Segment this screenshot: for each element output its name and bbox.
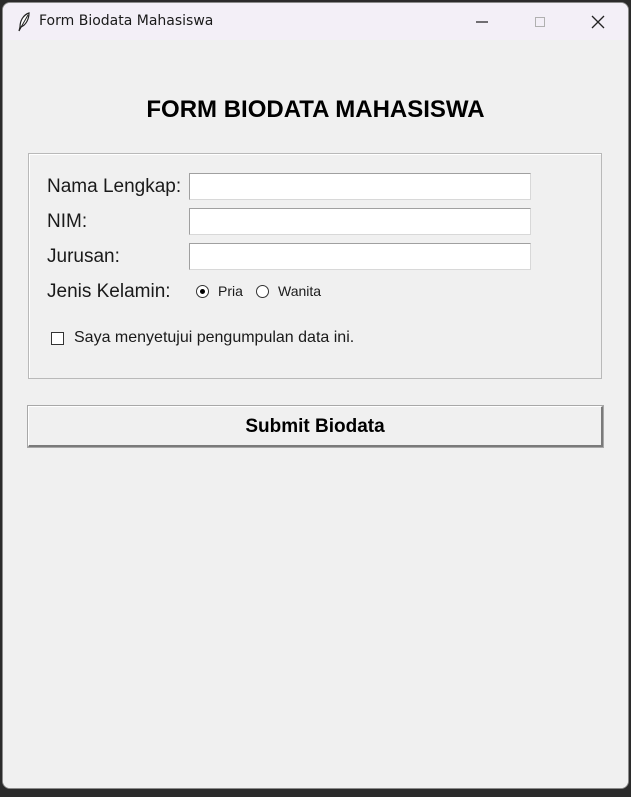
radio-pria[interactable] [196,285,209,298]
minimize-button[interactable] [453,3,511,40]
title-bar[interactable]: Form Biodata Mahasiswa [3,3,628,40]
maximize-button[interactable] [511,3,569,40]
consent-checkbox[interactable] [51,332,64,345]
radio-wanita[interactable] [256,285,269,298]
radio-selected-dot [200,289,205,294]
submit-button[interactable]: Submit Biodata [28,406,603,447]
feather-icon [17,12,31,32]
window-title: Form Biodata Mahasiswa [39,13,214,29]
maximize-icon [535,17,545,27]
minimize-icon [476,21,488,23]
radio-wanita-label[interactable]: Wanita [278,283,321,299]
consent-label[interactable]: Saya menyetujui pengumpulan data ini. [74,329,354,347]
nama-label: Nama Lengkap: [47,176,182,197]
nama-input[interactable] [189,173,531,200]
gender-label: Jenis Kelamin: [47,281,171,302]
form-title: FORM BIODATA MAHASISWA [146,96,485,123]
form-content: FORM BIODATA MAHASISWA Nama Lengkap: NIM… [3,40,628,788]
nim-label: NIM: [47,211,88,232]
nim-input[interactable] [189,208,531,235]
close-icon [591,15,605,29]
app-window: Form Biodata Mahasiswa FORM BIODATA MAHA… [2,2,629,789]
jurusan-input[interactable] [189,243,531,270]
jurusan-label: Jurusan: [47,246,120,267]
radio-pria-label[interactable]: Pria [218,283,243,299]
close-button[interactable] [569,3,627,40]
